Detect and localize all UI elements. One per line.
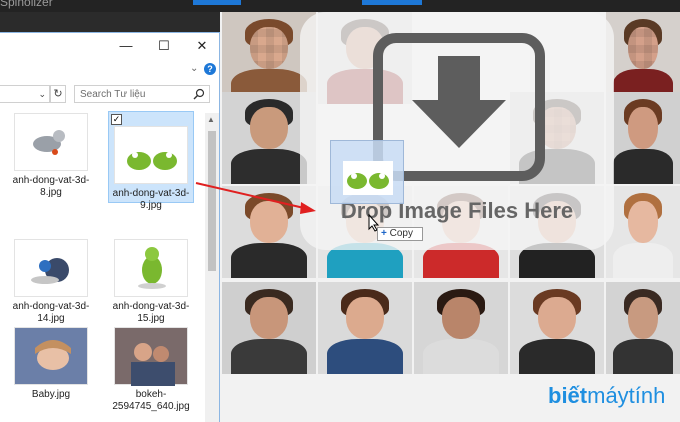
file-explorer-window[interactable]: — ☐ ✕ ⌄ ? ⌄ ↻ Search Tư liệu anh-dong-va… — [0, 32, 220, 422]
portrait-tile — [606, 282, 680, 374]
copy-tooltip: + Copy — [377, 227, 423, 241]
portrait-tile — [222, 282, 316, 374]
file-item[interactable]: anh-dong-vat-3d-8.jpg — [8, 113, 94, 199]
watermark-logo: biếtmáytính — [548, 383, 665, 409]
portrait-tile — [510, 282, 604, 374]
portrait-tile — [606, 92, 680, 184]
portrait-tile — [606, 12, 680, 104]
search-icon — [193, 88, 205, 100]
search-input[interactable]: Search Tư liệu — [74, 85, 210, 103]
ribbon-expand-icon[interactable]: ⌄ — [190, 63, 198, 74]
file-thumbnail — [14, 113, 88, 171]
app-top-bar: Spinolizer — [0, 0, 680, 12]
app-title: Spinolizer — [0, 0, 53, 9]
file-thumbnail — [114, 126, 188, 184]
file-name: bokeh-2594745_640.jpg — [112, 389, 190, 412]
file-name: anh-dong-vat-3d-9.jpg — [112, 188, 190, 211]
file-thumbnail — [14, 239, 88, 297]
drop-zone[interactable]: Drop Image Files Here — [300, 12, 614, 250]
vertical-scrollbar[interactable]: ▲ — [205, 113, 219, 422]
file-name: anh-dong-vat-3d-8.jpg — [12, 175, 90, 198]
scroll-up-icon[interactable]: ▲ — [207, 115, 215, 124]
scrollbar-thumb[interactable] — [208, 131, 216, 271]
close-button[interactable]: ✕ — [195, 39, 209, 53]
file-name: Baby.jpg — [31, 389, 71, 400]
file-item[interactable]: bokeh-2594745_640.jpg — [108, 327, 194, 413]
portrait-tile — [318, 282, 412, 374]
search-placeholder: Search Tư liệu — [80, 89, 146, 100]
window-controls: — ☐ ✕ — [109, 33, 219, 61]
plus-icon: + — [381, 228, 387, 239]
file-thumbnail — [114, 327, 188, 386]
file-item-selected[interactable]: ✓ anh-dong-vat-3d-9.jpg — [108, 111, 194, 211]
file-item[interactable]: Baby.jpg — [8, 327, 94, 401]
refresh-icon[interactable]: ↻ — [50, 85, 66, 103]
file-thumbnail — [14, 327, 88, 385]
maximize-button[interactable]: ☐ — [157, 39, 171, 53]
top-button-2[interactable] — [362, 0, 422, 5]
help-icon[interactable]: ? — [204, 63, 216, 75]
minimize-button[interactable]: — — [119, 39, 133, 53]
file-list: anh-dong-vat-3d-8.jpg ✓ anh-dong-vat-3d-… — [0, 111, 204, 422]
file-name: anh-dong-vat-3d-14.jpg — [12, 301, 90, 324]
watermark-brand-2: máytính — [587, 383, 666, 408]
chevron-down-icon[interactable]: ⌄ — [38, 89, 46, 100]
portrait-tile — [414, 282, 508, 374]
drag-thumbnail — [343, 161, 393, 195]
watermark-brand: biết — [548, 383, 588, 408]
image-canvas[interactable]: Drop Image Files Here + Copy biếtmáytính — [220, 12, 680, 422]
drag-preview — [330, 140, 404, 204]
file-thumbnail — [114, 239, 188, 297]
portrait-tile — [606, 186, 680, 278]
file-item[interactable]: anh-dong-vat-3d-15.jpg — [108, 239, 194, 325]
file-name: anh-dong-vat-3d-15.jpg — [112, 301, 190, 324]
file-item[interactable]: anh-dong-vat-3d-14.jpg — [8, 239, 94, 325]
top-button[interactable] — [193, 0, 241, 5]
copy-label: Copy — [389, 228, 413, 239]
select-checkbox[interactable]: ✓ — [111, 114, 122, 125]
address-bar[interactable]: ⌄ — [0, 85, 50, 103]
